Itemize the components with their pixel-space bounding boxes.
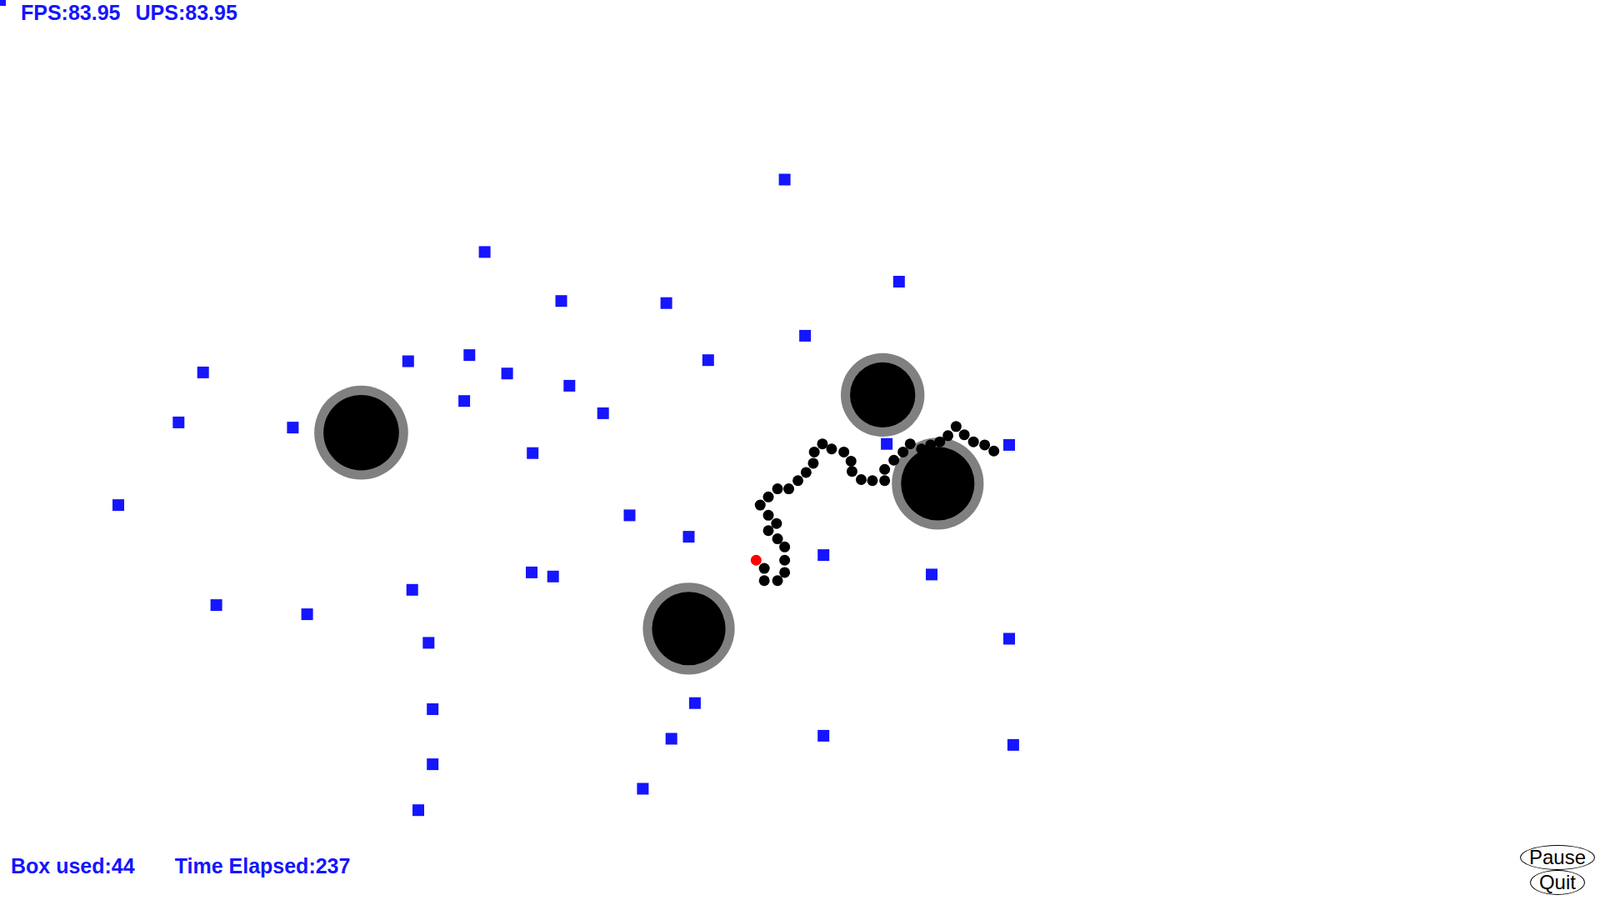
hud-stats: FPS:83.95 UPS:83.95: [20, 0, 238, 25]
snake-segment: [879, 464, 890, 475]
snake-segment: [772, 483, 784, 495]
pause-button[interactable]: Pause: [1520, 845, 1595, 870]
snake-segment: [915, 443, 927, 455]
snake: [750, 420, 1000, 586]
box: [463, 349, 475, 361]
snake-segment: [866, 475, 878, 486]
snake-segment: [816, 438, 828, 450]
snake-segment: [968, 436, 980, 448]
box: [526, 447, 539, 460]
snake-segment: [800, 466, 812, 478]
snake-segment: [950, 420, 962, 432]
box: [112, 499, 125, 511]
quit-button[interactable]: Quit: [1530, 870, 1585, 895]
box: [412, 804, 425, 816]
status: Box used:44 Time Elapsed:237: [10, 853, 350, 895]
snake-segment: [763, 491, 775, 503]
box: [660, 297, 673, 310]
box: [880, 438, 893, 450]
snake-segment: [763, 525, 775, 536]
box: [422, 636, 435, 649]
box: [501, 367, 514, 380]
box: [402, 355, 415, 368]
box: [817, 549, 830, 561]
snake-segment: [988, 445, 1000, 457]
snake-segment: [897, 446, 909, 458]
snake-segment: [770, 518, 782, 530]
box: [925, 568, 938, 580]
snake-segment: [838, 446, 850, 458]
box: [1003, 633, 1015, 645]
box: [563, 380, 575, 392]
box: [172, 416, 185, 429]
bottom-bar: Box used:44 Time Elapsed:237 PauseQuit: [0, 845, 1600, 900]
controls: PauseQuit: [1520, 845, 1595, 895]
box: [817, 730, 830, 742]
hole: [840, 353, 925, 437]
box: [799, 330, 811, 342]
snake-segment: [772, 533, 784, 545]
snake-segment: [772, 575, 784, 586]
snake-segment: [934, 436, 945, 448]
box: [301, 608, 314, 620]
hud-marker: [0, 0, 6, 6]
box: [286, 421, 299, 434]
hole: [891, 437, 984, 530]
snake-head: [750, 555, 762, 566]
box: [597, 407, 610, 420]
snake-segment: [759, 575, 770, 586]
box: [779, 174, 791, 186]
snake-segment: [763, 510, 775, 521]
snake-segment: [825, 443, 837, 455]
box: [624, 509, 636, 521]
box: [525, 566, 538, 579]
snake-segment: [846, 465, 858, 477]
box: [547, 570, 560, 583]
box: [210, 599, 223, 611]
box: [1003, 439, 1015, 451]
snake-segment: [879, 475, 890, 486]
box-used: Box used:44: [10, 853, 135, 879]
fps-counter: FPS:83.95: [20, 0, 121, 25]
snake-segment: [755, 500, 766, 511]
box: [458, 395, 470, 407]
box: [1007, 739, 1020, 751]
ups-counter: UPS:83.95: [135, 0, 238, 25]
game-field: [0, 0, 1600, 900]
box: [893, 275, 905, 288]
box: [555, 295, 568, 307]
snake-segment: [779, 566, 790, 578]
snake-segment: [855, 474, 867, 485]
snake-segment: [807, 457, 819, 469]
snake-segment: [888, 455, 900, 466]
time-elapsed: Time Elapsed:237: [175, 853, 351, 879]
box: [689, 697, 701, 710]
box: [636, 783, 649, 795]
snake-segment: [779, 541, 790, 553]
box: [683, 530, 695, 543]
snake-segment: [905, 438, 916, 450]
box: [665, 733, 678, 745]
box: [426, 703, 439, 715]
box: [197, 366, 210, 379]
box: [406, 584, 419, 596]
snake-segment: [783, 483, 795, 495]
snake-segment: [845, 455, 857, 467]
snake-segment: [779, 555, 790, 566]
snake-segment: [792, 475, 804, 486]
box: [702, 354, 715, 366]
hole: [642, 582, 735, 675]
snake-segment: [759, 563, 770, 575]
hud: FPS:83.95 UPS:83.95: [0, 0, 1600, 25]
hole: [314, 385, 409, 480]
box: [426, 758, 439, 770]
snake-segment: [959, 429, 970, 440]
box: [479, 245, 491, 258]
snake-segment: [809, 446, 820, 458]
snake-segment: [979, 439, 990, 450]
